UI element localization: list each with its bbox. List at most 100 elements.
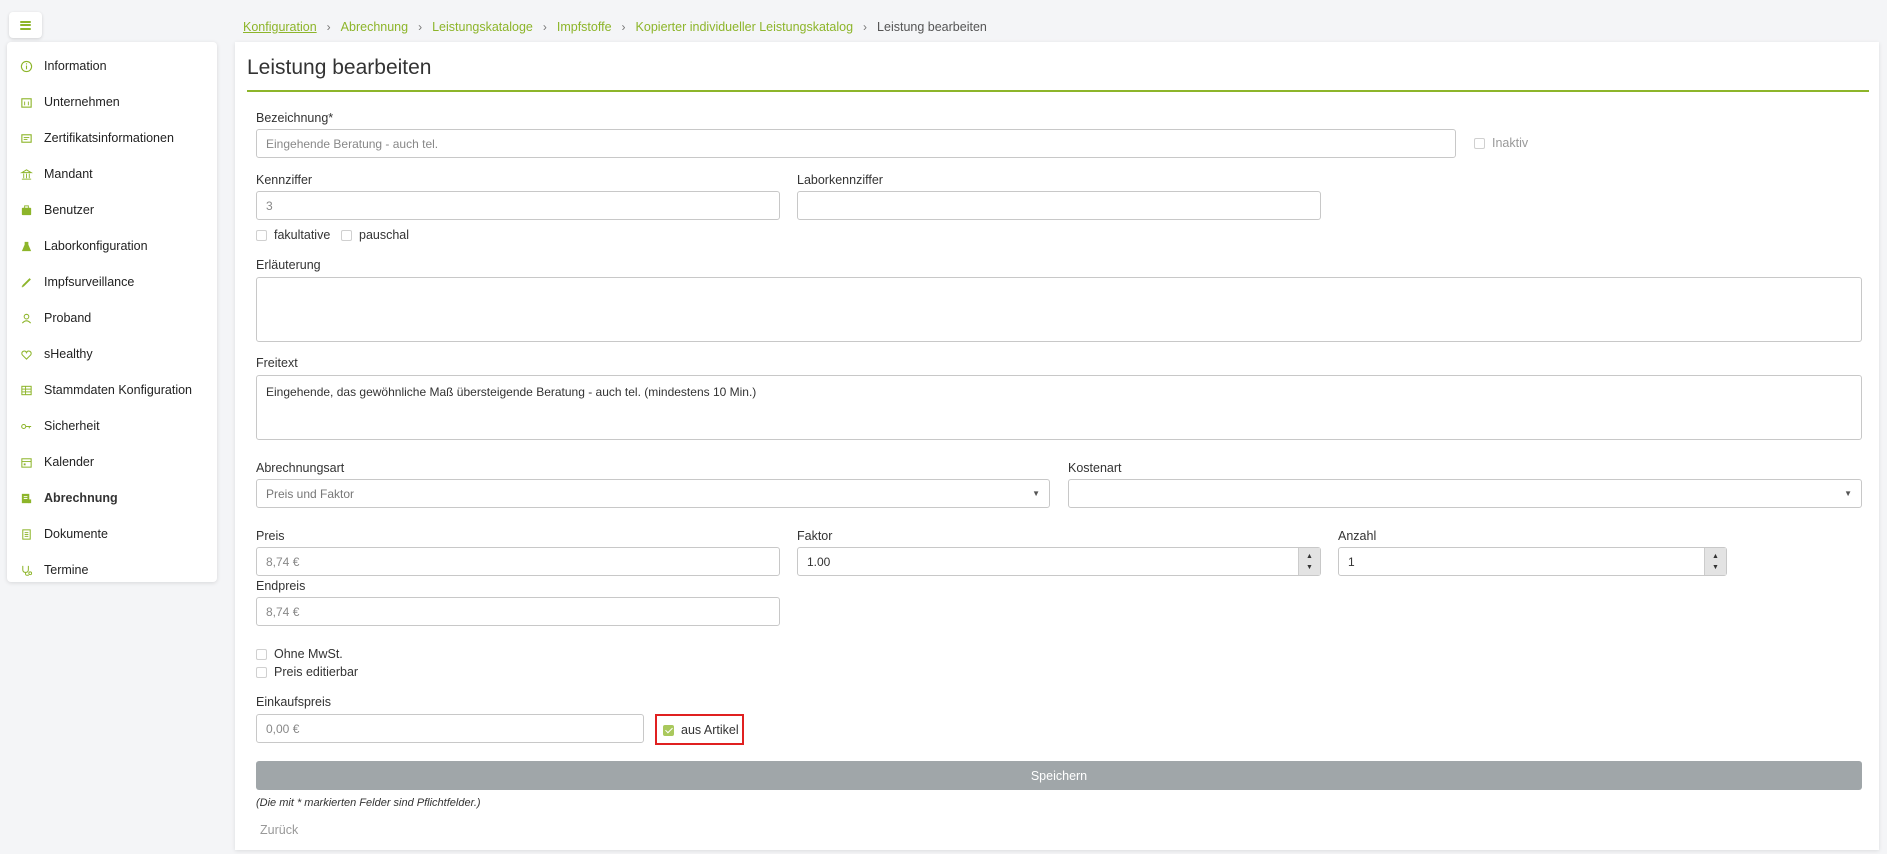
kostenart-select[interactable]: ▼ bbox=[1068, 479, 1862, 508]
faktor-label: Faktor bbox=[797, 529, 833, 543]
certificate-icon bbox=[19, 131, 33, 145]
checkbox-box bbox=[256, 229, 267, 241]
checkbox-box bbox=[1474, 137, 1485, 149]
sidebar-item-proband[interactable]: Proband bbox=[7, 300, 217, 336]
sidebar: Information Unternehmen Zertifikatsinfor… bbox=[7, 42, 217, 582]
users-icon bbox=[19, 203, 33, 217]
pauschal-label: pauschal bbox=[359, 228, 410, 242]
sidebar-item-kalender[interactable]: Kalender bbox=[7, 444, 217, 480]
inaktiv-label: Inaktiv bbox=[1492, 136, 1529, 150]
chevron-right-icon: › bbox=[542, 20, 547, 34]
preis-editierbar-label: Preis editierbar bbox=[274, 665, 359, 679]
abrechnungsart-value: Preis und Faktor bbox=[266, 486, 355, 501]
sidebar-item-sicherheit[interactable]: Sicherheit bbox=[7, 408, 217, 444]
page-title: Leistung bearbeiten bbox=[247, 56, 432, 79]
back-link[interactable]: Zurück bbox=[260, 823, 298, 837]
checkbox-box bbox=[256, 666, 267, 678]
info-icon bbox=[19, 59, 33, 73]
abrechnungsart-select[interactable]: Preis und Faktor ▼ bbox=[256, 479, 1050, 508]
freitext-textarea[interactable]: Eingehende, das gewöhnliche Maß überstei… bbox=[256, 375, 1862, 440]
sidebar-item-label: Unternehmen bbox=[44, 95, 120, 109]
breadcrumb-leistungskataloge[interactable]: Leistungskataloge bbox=[432, 20, 533, 34]
sidebar-item-laborkonfiguration[interactable]: Laborkonfiguration bbox=[7, 228, 217, 264]
sidebar-item-label: Benutzer bbox=[44, 203, 95, 217]
preis-label: Preis bbox=[256, 529, 285, 543]
chevron-right-icon: › bbox=[418, 20, 423, 34]
sidebar-item-dokumente[interactable]: Dokumente bbox=[7, 516, 217, 552]
sidebar-item-label: Stammdaten Konfiguration bbox=[44, 383, 193, 397]
endpreis-label: Endpreis bbox=[256, 579, 306, 593]
breadcrumb-konfiguration[interactable]: Konfiguration bbox=[243, 20, 317, 34]
sidebar-item-stammdaten-konfiguration[interactable]: Stammdaten Konfiguration bbox=[7, 372, 217, 408]
sidebar-item-information[interactable]: Information bbox=[7, 48, 217, 84]
sidebar-item-unternehmen[interactable]: Unternehmen bbox=[7, 84, 217, 120]
erlaeuterung-textarea[interactable] bbox=[256, 277, 1862, 342]
syringe-icon bbox=[19, 275, 33, 289]
checkbox-box bbox=[341, 229, 352, 241]
breadcrumb-kopierter-katalog[interactable]: Kopierter individueller Leistungskatalog bbox=[636, 20, 854, 34]
pauschal-checkbox[interactable]: pauschal bbox=[341, 228, 409, 242]
anzahl-input[interactable]: 1 ▲ ▼ bbox=[1338, 547, 1727, 576]
sidebar-item-zertifikatsinformationen[interactable]: Zertifikatsinformationen bbox=[7, 120, 217, 156]
sidebar-item-shealthy[interactable]: sHealthy bbox=[7, 336, 217, 372]
fakultative-label: fakultative bbox=[274, 228, 331, 242]
sidebar-item-benutzer[interactable]: Benutzer bbox=[7, 192, 217, 228]
calendar-icon bbox=[19, 455, 33, 469]
sidebar-item-abrechnung[interactable]: Abrechnung bbox=[7, 480, 217, 516]
aus-artikel-checkbox[interactable]: aus Artikel bbox=[663, 723, 739, 737]
bank-icon bbox=[19, 167, 33, 181]
sidebar-item-impfsurveillance[interactable]: Impfsurveillance bbox=[7, 264, 217, 300]
arrow-up-icon[interactable]: ▲ bbox=[1712, 551, 1719, 562]
endpreis-input[interactable]: 8,74 € bbox=[256, 597, 780, 626]
menu-toggle-button[interactable] bbox=[9, 12, 42, 38]
arrow-up-icon[interactable]: ▲ bbox=[1306, 551, 1313, 562]
einkaufspreis-input[interactable]: 0,00 € bbox=[256, 714, 644, 743]
arrow-down-icon[interactable]: ▼ bbox=[1306, 562, 1313, 573]
faktor-input[interactable]: 1.00 ▲ ▼ bbox=[797, 547, 1321, 576]
aus-artikel-label: aus Artikel bbox=[681, 723, 739, 737]
title-divider bbox=[247, 90, 1869, 92]
bezeichnung-label: Bezeichnung* bbox=[256, 111, 334, 125]
faktor-stepper[interactable]: ▲ ▼ bbox=[1298, 548, 1320, 575]
bezeichnung-input[interactable]: Eingehende Beratung - auch tel. bbox=[256, 129, 1456, 158]
anzahl-stepper[interactable]: ▲ ▼ bbox=[1704, 548, 1726, 575]
breadcrumb-abrechnung[interactable]: Abrechnung bbox=[341, 20, 408, 34]
kennziffer-input[interactable]: 3 bbox=[256, 191, 780, 220]
laborkennziffer-input[interactable] bbox=[797, 191, 1321, 220]
save-button[interactable]: Speichern bbox=[256, 761, 1862, 790]
freitext-label: Freitext bbox=[256, 356, 298, 370]
required-fields-hint: (Die mit * markierten Felder sind Pflich… bbox=[256, 797, 481, 809]
sidebar-item-label: Sicherheit bbox=[44, 419, 100, 433]
sidebar-item-label: Zertifikatsinformationen bbox=[44, 131, 174, 145]
sidebar-item-label: Abrechnung bbox=[44, 491, 118, 505]
sidebar-item-mandant[interactable]: Mandant bbox=[7, 156, 217, 192]
abrechnungsart-label: Abrechnungsart bbox=[256, 461, 345, 475]
breadcrumb-impfstoffe[interactable]: Impfstoffe bbox=[557, 20, 612, 34]
flask-icon bbox=[19, 239, 33, 253]
table-icon bbox=[19, 383, 33, 397]
chevron-right-icon: › bbox=[621, 20, 626, 34]
sidebar-item-label: Termine bbox=[44, 563, 89, 577]
person-icon bbox=[19, 311, 33, 325]
ohne-mwst-checkbox[interactable]: Ohne MwSt. bbox=[256, 647, 343, 661]
chevron-right-icon: › bbox=[326, 20, 331, 34]
key-icon bbox=[19, 419, 33, 433]
sidebar-item-label: Dokumente bbox=[44, 527, 108, 541]
document-icon bbox=[19, 527, 33, 541]
laborkennziffer-label: Laborkennziffer bbox=[797, 173, 883, 187]
sidebar-item-termine[interactable]: Termine bbox=[7, 552, 217, 588]
arrow-down-icon[interactable]: ▼ bbox=[1712, 562, 1719, 573]
preis-editierbar-checkbox[interactable]: Preis editierbar bbox=[256, 665, 358, 679]
fakultative-checkbox[interactable]: fakultative bbox=[256, 228, 330, 242]
erlaeuterung-label: Erläuterung bbox=[256, 258, 321, 272]
inaktiv-checkbox[interactable]: Inaktiv bbox=[1474, 136, 1528, 150]
stethoscope-icon bbox=[19, 563, 33, 577]
caret-down-icon: ▼ bbox=[1844, 489, 1852, 498]
preis-input[interactable]: 8,74 € bbox=[256, 547, 780, 576]
kostenart-label: Kostenart bbox=[1068, 461, 1122, 475]
sidebar-item-label: Kalender bbox=[44, 455, 95, 469]
building-icon bbox=[19, 95, 33, 109]
main-card: Leistung bearbeiten Bezeichnung* Eingehe… bbox=[235, 42, 1879, 850]
checkbox-box bbox=[256, 648, 267, 660]
sidebar-item-label: sHealthy bbox=[44, 347, 93, 361]
